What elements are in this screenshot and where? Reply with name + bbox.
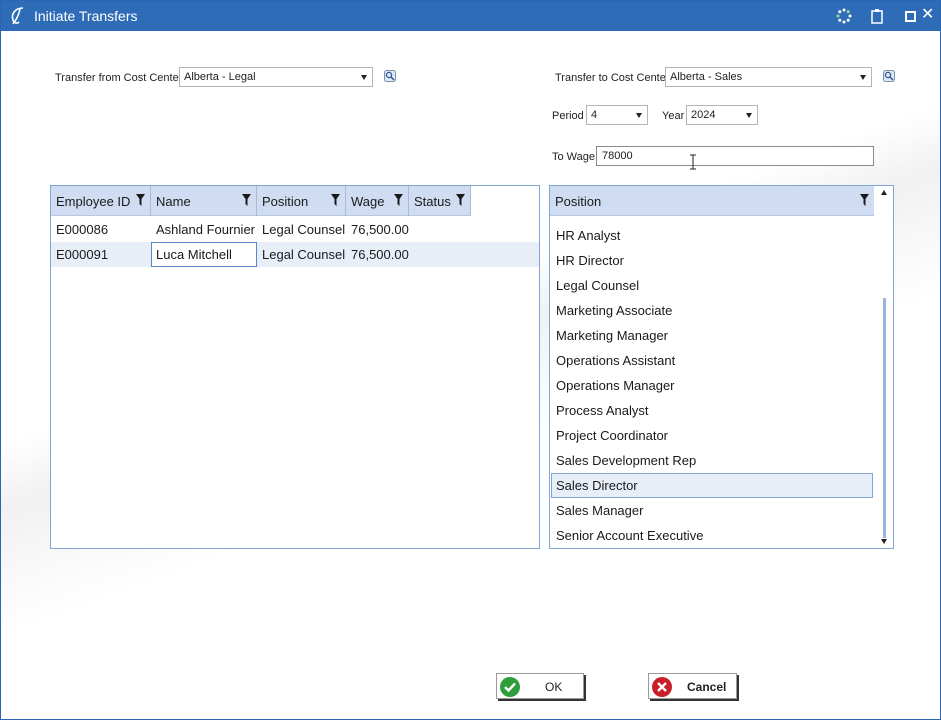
column-header-position[interactable]: Position	[257, 186, 346, 216]
filter-icon[interactable]	[456, 194, 465, 206]
transfer-from-dropdown[interactable]: Alberta - Legal	[179, 67, 373, 87]
table-row[interactable]: E000086 Ashland Fournier Legal Counsel 7…	[51, 217, 539, 242]
cell-position[interactable]: Legal Counsel	[257, 242, 346, 267]
column-header-status[interactable]: Status	[409, 186, 471, 216]
employee-grid[interactable]: Employee ID Name Position Wage Status E0…	[50, 185, 540, 549]
filter-icon[interactable]	[136, 194, 145, 206]
title-bar: Initiate Transfers ✕	[1, 1, 940, 31]
list-item[interactable]: Operations Assistant	[551, 348, 873, 373]
list-item[interactable]: HR Director	[551, 248, 873, 273]
cancel-icon	[652, 677, 672, 697]
position-list-header: Position	[550, 186, 874, 216]
to-wage-label: To Wage	[552, 151, 596, 163]
chevron-down-icon	[361, 75, 367, 80]
list-item[interactable]: Sales Manager	[551, 498, 873, 523]
list-item[interactable]: Project Coordinator	[551, 423, 873, 448]
cell-wage[interactable]: 76,500.00	[346, 242, 409, 267]
list-item[interactable]: Marketing Manager	[551, 323, 873, 348]
chevron-down-icon	[860, 75, 866, 80]
text-cursor-icon	[690, 154, 696, 170]
maximize-icon[interactable]	[903, 8, 919, 24]
filter-icon[interactable]	[394, 194, 403, 206]
lookup-icon[interactable]	[883, 70, 895, 82]
to-wage-input[interactable]: 78000	[596, 146, 874, 166]
period-value: 4	[591, 109, 598, 121]
transfer-to-value: Alberta - Sales	[670, 71, 743, 83]
list-item[interactable]: Sales Development Rep	[551, 448, 873, 473]
period-label: Period	[552, 110, 584, 122]
column-header-name[interactable]: Name	[151, 186, 257, 216]
filter-icon[interactable]	[860, 194, 869, 206]
lookup-icon[interactable]	[384, 70, 396, 82]
scroll-thumb[interactable]	[883, 298, 886, 538]
list-item[interactable]: HR Analyst	[551, 223, 873, 248]
transfer-from-value: Alberta - Legal	[184, 71, 256, 83]
to-wage-value: 78000	[602, 150, 633, 162]
employee-grid-header: Employee ID Name Position Wage Status	[51, 186, 471, 216]
cancel-button[interactable]: Cancel	[648, 673, 737, 699]
filter-icon[interactable]	[331, 194, 340, 206]
column-header-position[interactable]: Position	[550, 186, 874, 216]
cell-status[interactable]	[409, 242, 471, 267]
list-item[interactable]: Process Analyst	[551, 398, 873, 423]
cancel-label: Cancel	[687, 680, 727, 694]
clipboard-icon[interactable]	[869, 8, 885, 24]
vertical-scrollbar[interactable]	[877, 186, 893, 548]
close-icon[interactable]: ✕	[921, 6, 937, 23]
position-list[interactable]: Position HR Analyst HR Director Legal Co…	[549, 185, 894, 549]
year-label: Year	[662, 110, 685, 122]
transfer-to-dropdown[interactable]: Alberta - Sales	[665, 67, 872, 87]
cell-employee-id[interactable]: E000086	[51, 217, 151, 242]
list-item[interactable]: Operations Manager	[551, 373, 873, 398]
initiate-transfers-window: Initiate Transfers ✕ Transfer from Cost …	[0, 0, 941, 720]
transfer-to-label: Transfer to Cost Center	[555, 72, 670, 84]
list-item[interactable]: Legal Counsel	[551, 273, 873, 298]
window-title: Initiate Transfers	[34, 8, 138, 24]
year-value: 2024	[691, 109, 716, 121]
transfer-from-label: Transfer from Cost Center	[55, 72, 183, 84]
cell-wage[interactable]: 76,500.00	[346, 217, 409, 242]
column-header-employee-id[interactable]: Employee ID	[51, 186, 151, 216]
list-item[interactable]: Marketing Associate	[551, 298, 873, 323]
scroll-up-icon[interactable]	[881, 190, 887, 195]
cell-status[interactable]	[409, 217, 471, 242]
column-header-wage[interactable]: Wage	[346, 186, 409, 216]
list-item[interactable]: Senior Account Executive	[551, 523, 873, 548]
cell-employee-id[interactable]: E000091	[51, 242, 151, 267]
list-item-selected[interactable]: Sales Director	[551, 473, 873, 498]
loading-spinner-icon	[836, 8, 852, 24]
app-logo-icon	[11, 7, 24, 25]
chevron-down-icon	[746, 113, 752, 118]
cell-name[interactable]: Ashland Fournier	[151, 217, 257, 242]
year-dropdown[interactable]: 2024	[686, 105, 758, 125]
scroll-down-icon[interactable]	[881, 539, 887, 544]
checkmark-icon	[500, 677, 520, 697]
ok-button[interactable]: OK	[496, 673, 584, 699]
cell-name[interactable]: Luca Mitchell	[151, 242, 257, 267]
cell-position[interactable]: Legal Counsel	[257, 217, 346, 242]
chevron-down-icon	[636, 113, 642, 118]
period-dropdown[interactable]: 4	[586, 105, 648, 125]
table-row[interactable]: E000091 Luca Mitchell Legal Counsel 76,5…	[51, 242, 539, 267]
filter-icon[interactable]	[242, 194, 251, 206]
ok-label: OK	[545, 680, 563, 694]
